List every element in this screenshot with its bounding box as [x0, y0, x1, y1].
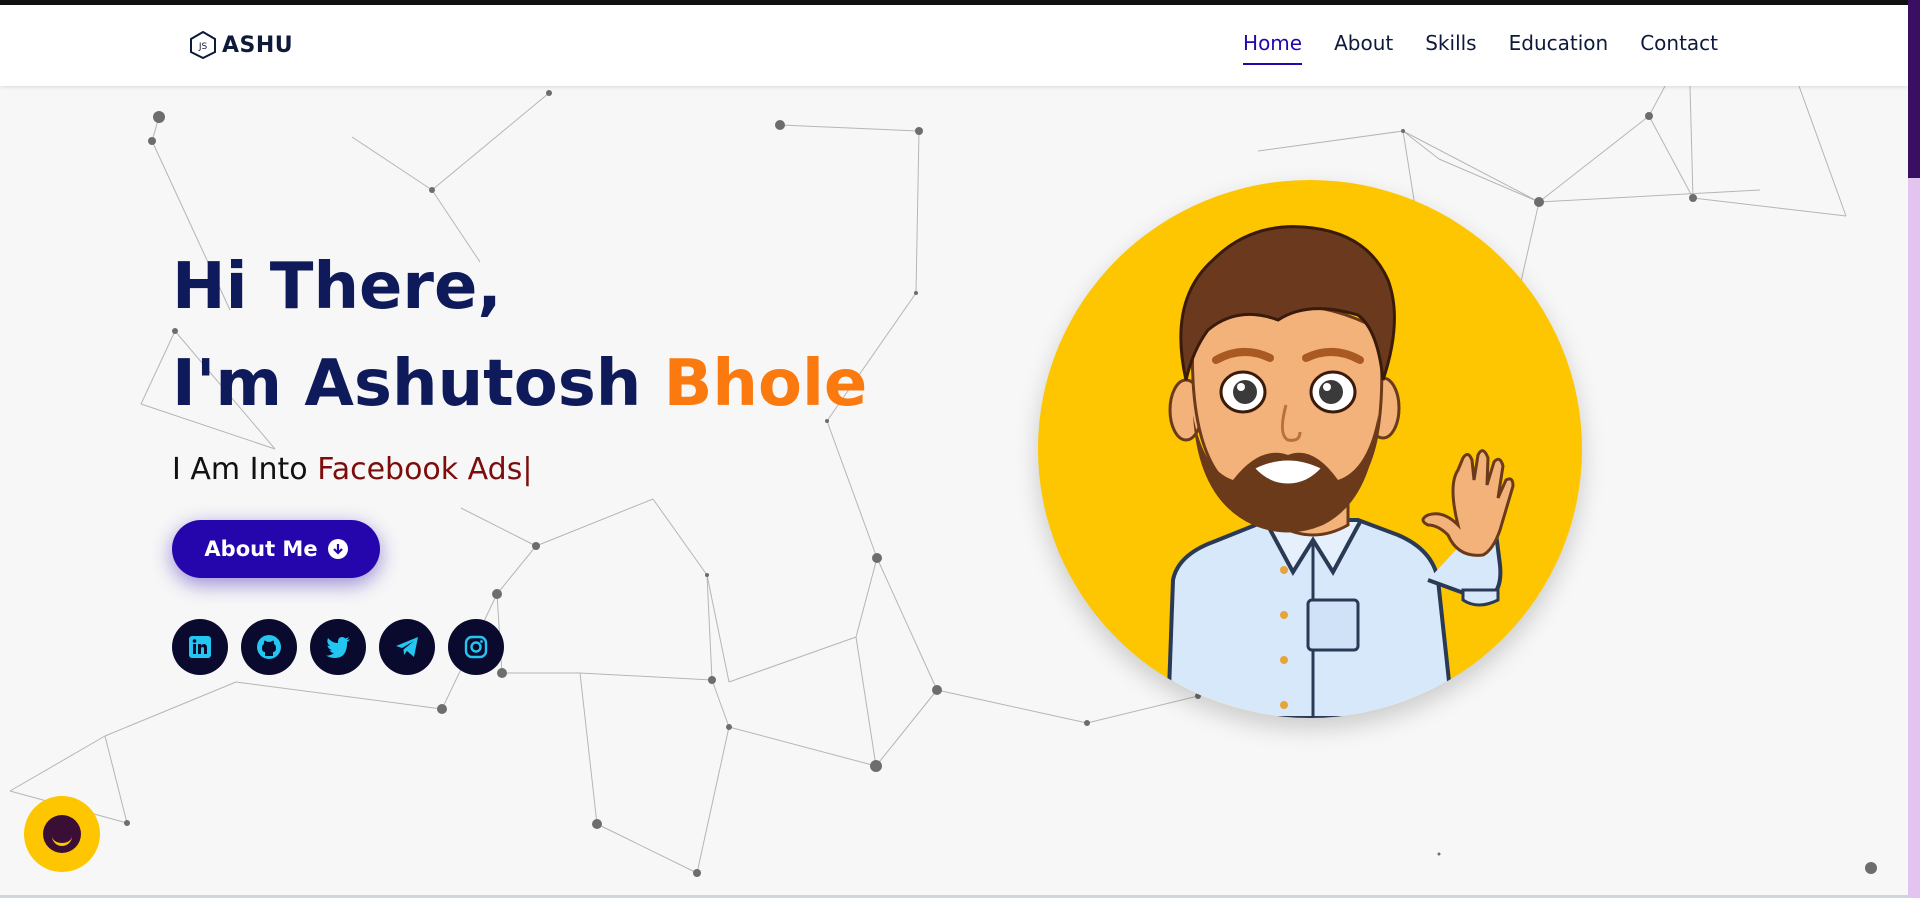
about-me-button[interactable]: About Me — [172, 520, 380, 578]
arrow-down-circle-icon — [327, 539, 348, 559]
typed-text: Facebook Ads| — [317, 452, 533, 487]
about-me-label: About Me — [204, 537, 318, 561]
github-icon — [257, 635, 281, 659]
social-links — [172, 619, 504, 675]
linkedin-button[interactable] — [172, 619, 228, 675]
main-nav: Home About Skills Education Contact — [1243, 31, 1718, 65]
telegram-button[interactable] — [379, 619, 435, 675]
twitter-button[interactable] — [310, 619, 366, 675]
nav-skills[interactable]: Skills — [1425, 31, 1476, 65]
github-button[interactable] — [241, 619, 297, 675]
nav-education[interactable]: Education — [1509, 31, 1609, 65]
tagline-prefix: I Am Into — [172, 452, 318, 487]
hero-tagline: I Am Into Facebook Ads| — [172, 452, 532, 487]
logo[interactable]: JS ASHU — [190, 31, 293, 59]
nav-contact[interactable]: Contact — [1640, 31, 1718, 65]
nav-home[interactable]: Home — [1243, 31, 1303, 65]
instagram-icon — [464, 635, 488, 659]
instagram-button[interactable] — [448, 619, 504, 675]
hero-surname: Bhole — [663, 347, 868, 421]
hero-name-prefix: I'm Ashutosh — [172, 347, 664, 421]
twitter-icon — [326, 637, 350, 658]
cartoon-avatar-illustration — [1165, 225, 1515, 718]
hero-name: I'm Ashutosh Bhole — [172, 352, 867, 416]
chat-widget-button[interactable] — [24, 796, 100, 872]
hero-section: Hi There, I'm Ashutosh Bhole I Am Into F… — [0, 0, 1920, 898]
nav-about[interactable]: About — [1334, 31, 1393, 65]
chat-smile-icon — [43, 815, 81, 853]
logo-text: ASHU — [222, 32, 294, 58]
js-hexagon-icon: JS — [190, 31, 216, 59]
svg-text:JS: JS — [198, 42, 208, 52]
scrollbar-thumb[interactable] — [1908, 0, 1920, 178]
scrollbar[interactable] — [1908, 0, 1920, 898]
telegram-icon — [396, 637, 418, 657]
hero-greeting: Hi There, — [172, 250, 502, 324]
avatar — [1038, 180, 1582, 718]
navbar: JS ASHU Home About Skills Education Cont… — [0, 5, 1908, 86]
linkedin-icon — [189, 636, 211, 658]
